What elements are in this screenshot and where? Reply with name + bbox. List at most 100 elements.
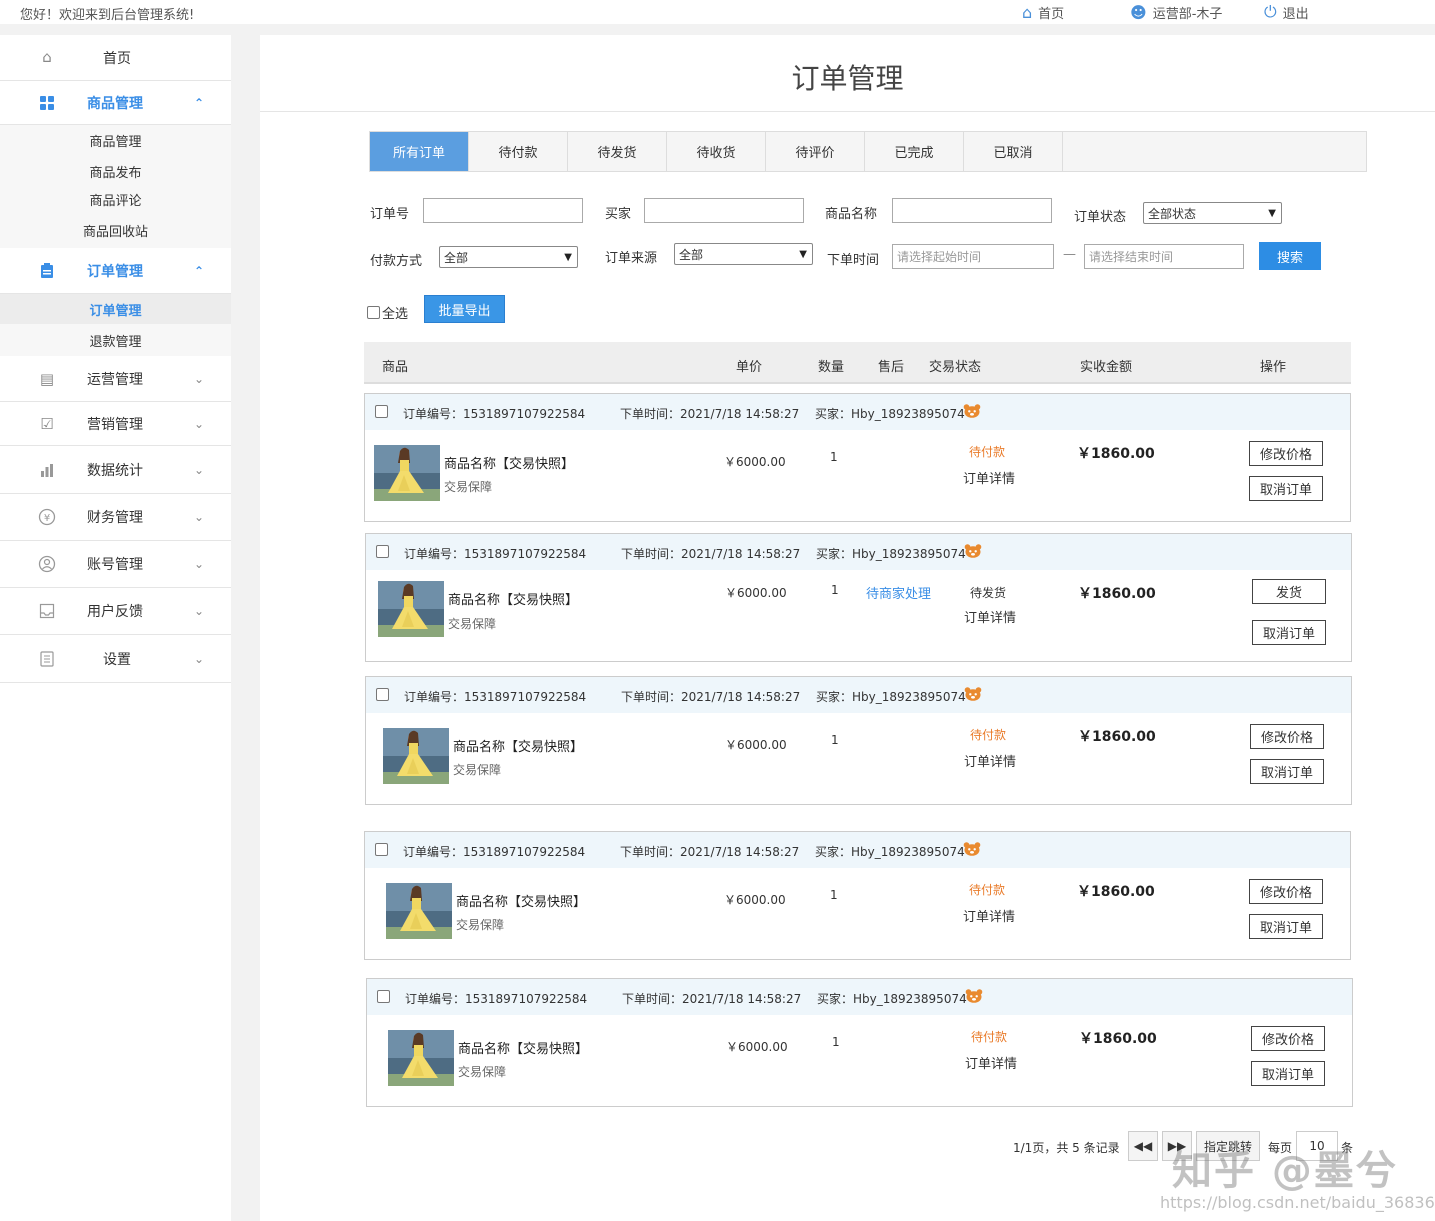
settings-list-icon — [38, 650, 56, 668]
sidebar-item-home[interactable]: ⌂ 首页 — [0, 35, 231, 81]
cancel-order-button[interactable]: 取消订单 — [1249, 914, 1323, 939]
sidebar-subitem-goods-manage[interactable]: 商品管理 — [0, 125, 231, 155]
tab-pending-payment[interactable]: 待付款 — [469, 132, 568, 171]
order-checkbox[interactable] — [375, 405, 388, 418]
trade-guarantee: 交易保障 — [458, 1065, 507, 1079]
product-name-input[interactable] — [892, 198, 1052, 223]
trade-guarantee: 交易保障 — [456, 918, 505, 932]
tab-pending-review[interactable]: 待评价 — [766, 132, 865, 171]
order-detail-link[interactable]: 订单详情 — [964, 751, 1016, 770]
cancel-order-button[interactable]: 取消订单 — [1250, 759, 1324, 784]
top-logout-label: 退出 — [1282, 6, 1309, 22]
product-thumbnail[interactable] — [383, 728, 449, 784]
sidebar-item-marketing[interactable]: ☑ 营销管理 ⌄ — [0, 402, 231, 446]
pay-method-select[interactable]: 全部 ▼ — [439, 246, 578, 268]
sidebar-item-finance[interactable]: ¥ 财务管理 ⌄ — [0, 494, 231, 541]
product-name-link[interactable]: 商品名称【交易快照】 — [456, 891, 586, 910]
buyer-label: 买家 — [605, 207, 632, 222]
buyer-input[interactable] — [644, 198, 804, 223]
select-all-checkbox[interactable] — [367, 306, 380, 319]
unit-price: ￥6000.00 — [725, 738, 787, 752]
table-header: 商品 单价 数量 售后 交易状态 实收金额 操作 — [364, 342, 1351, 384]
divider — [260, 111, 1435, 112]
quantity: 1 — [830, 450, 838, 464]
first-page-button[interactable]: ◀◀ — [1128, 1131, 1158, 1161]
yen-circle-icon: ¥ — [38, 508, 56, 526]
col-product: 商品 — [382, 360, 409, 375]
product-thumbnail[interactable] — [386, 883, 452, 939]
order-time: 下单时间：2021/7/18 14:58:27 — [622, 992, 802, 1006]
pay-method-label: 付款方式 — [370, 254, 423, 269]
product-name-link[interactable]: 商品名称【交易快照】 — [458, 1038, 588, 1057]
order-status-select[interactable]: 全部状态 ▼ — [1143, 202, 1282, 224]
order-checkbox[interactable] — [376, 688, 389, 701]
order-checkbox[interactable] — [376, 545, 389, 558]
sidebar-subitem-goods-comments[interactable]: 商品评论 — [0, 184, 231, 214]
clipboard-icon — [38, 262, 56, 280]
top-home-link[interactable]: ⌂ 首页 — [1022, 1, 1064, 23]
cancel-order-button[interactable]: 取消订单 — [1251, 1061, 1325, 1086]
sidebar-item-operations[interactable]: ▤ 运营管理 ⌄ — [0, 356, 231, 402]
cancel-order-button[interactable]: 取消订单 — [1249, 476, 1323, 501]
sidebar-item-label: 数据统计 — [87, 462, 143, 479]
sidebar-item-orders[interactable]: 订单管理 ⌃ — [0, 248, 231, 294]
order-tabs: 所有订单 待付款 待发货 待收货 待评价 已完成 已取消 — [369, 131, 1367, 172]
received-amount: ￥1860.00 — [1077, 446, 1155, 462]
order-detail-link[interactable]: 订单详情 — [963, 906, 1015, 925]
top-logout-link[interactable]: ⏻ 退出 — [1264, 1, 1309, 23]
order-checkbox[interactable] — [375, 843, 388, 856]
edit-price-button[interactable]: 修改价格 — [1249, 879, 1323, 904]
search-button[interactable]: 搜索 — [1259, 242, 1321, 270]
sidebar-subitem-goods-recycle[interactable]: 商品回收站 — [0, 215, 231, 245]
order-detail-link[interactable]: 订单详情 — [964, 607, 1016, 626]
col-received-amount: 实收金额 — [1080, 360, 1133, 375]
batch-export-button[interactable]: 批量导出 — [424, 295, 505, 323]
product-name-link[interactable]: 商品名称【交易快照】 — [448, 589, 578, 608]
product-thumbnail[interactable] — [378, 581, 444, 637]
order-no-label: 订单号 — [370, 207, 410, 222]
sidebar-subitem-order-manage[interactable]: 订单管理 — [0, 294, 231, 324]
cancel-order-button[interactable]: 取消订单 — [1252, 620, 1326, 645]
end-time-input[interactable]: 请选择结束时间 — [1084, 244, 1244, 269]
order-buyer: 买家：Hby_18923895074 — [815, 845, 965, 859]
tab-pending-shipment[interactable]: 待发货 — [568, 132, 667, 171]
order-detail-link[interactable]: 订单详情 — [965, 1053, 1017, 1072]
aftersale-status-link[interactable]: 待商家处理 — [866, 583, 931, 602]
product-thumbnail[interactable] — [374, 445, 440, 501]
svg-text:¥: ¥ — [44, 513, 50, 524]
home-icon: ⌂ — [1022, 2, 1033, 22]
order-checkbox[interactable] — [377, 990, 390, 1003]
tab-completed[interactable]: 已完成 — [865, 132, 964, 171]
select-all[interactable]: 全选 — [367, 303, 408, 322]
sidebar-item-feedback[interactable]: 用户反馈 ⌄ — [0, 588, 231, 635]
sidebar-subitem-goods-publish[interactable]: 商品发布 — [0, 156, 231, 186]
order-source-select[interactable]: 全部 ▼ — [674, 243, 813, 265]
skip-back-icon: ◀◀ — [1133, 1139, 1153, 1153]
edit-price-button[interactable]: 修改价格 — [1250, 724, 1324, 749]
chevron-down-icon: ▼ — [799, 248, 807, 260]
edit-price-button[interactable]: 修改价格 — [1249, 441, 1323, 466]
sidebar-item-statistics[interactable]: 数据统计 ⌄ — [0, 446, 231, 494]
sidebar-item-label: 订单管理 — [87, 263, 143, 280]
tab-pending-receipt[interactable]: 待收货 — [667, 132, 766, 171]
sidebar-item-goods[interactable]: 商品管理 ⌃ — [0, 81, 231, 125]
product-name-link[interactable]: 商品名称【交易快照】 — [453, 736, 583, 755]
received-amount: ￥1860.00 — [1078, 586, 1156, 602]
ship-button[interactable]: 发货 — [1252, 579, 1326, 604]
edit-price-button[interactable]: 修改价格 — [1251, 1026, 1325, 1051]
product-name-link[interactable]: 商品名称【交易快照】 — [444, 453, 574, 472]
chevron-down-icon: ⌄ — [193, 604, 205, 618]
quantity: 1 — [830, 888, 838, 902]
product-thumbnail[interactable] — [388, 1030, 454, 1086]
order-no-input[interactable] — [423, 198, 583, 223]
tab-all[interactable]: 所有订单 — [370, 132, 469, 171]
order-detail-link[interactable]: 订单详情 — [963, 468, 1015, 487]
top-user-link[interactable]: ☻ 运营部-木子 — [1130, 1, 1222, 23]
order-header: 订单编号：1531897107922584 下单时间：2021/7/18 14:… — [366, 534, 1351, 570]
start-time-input[interactable]: 请选择起始时间 — [892, 244, 1054, 269]
order-buyer: 买家：Hby_18923895074 — [817, 992, 967, 1006]
sidebar-subitem-refund-manage[interactable]: 退款管理 — [0, 325, 231, 355]
tab-cancelled[interactable]: 已取消 — [964, 132, 1063, 171]
sidebar-item-accounts[interactable]: 账号管理 ⌄ — [0, 541, 231, 588]
sidebar-item-settings[interactable]: 设置 ⌄ — [0, 635, 231, 683]
